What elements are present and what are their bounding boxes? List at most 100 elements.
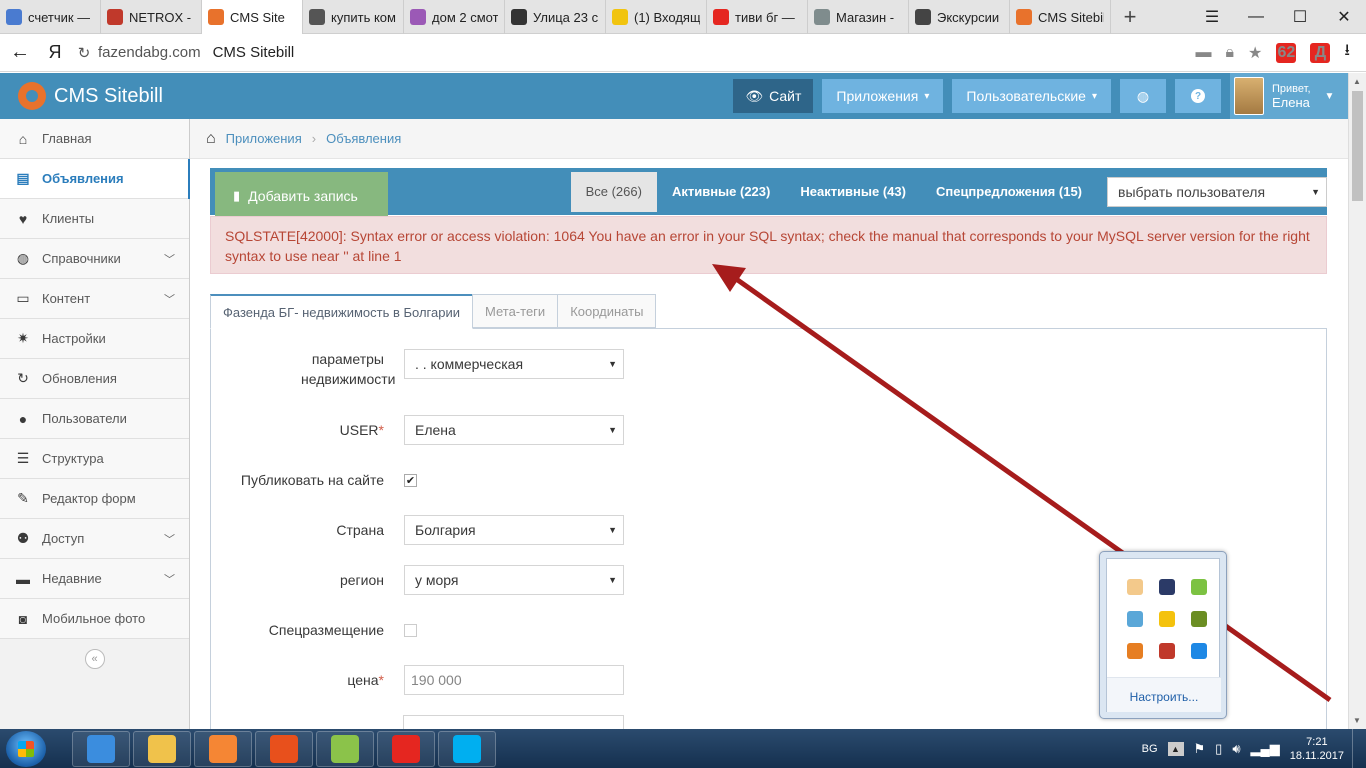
sidebar-item[interactable]: ✎ Редактор форм — [0, 479, 189, 519]
sidebar-item[interactable]: ▭ Контент ﹀ — [0, 279, 189, 319]
globe-button[interactable]: ◍ — [1120, 79, 1166, 113]
special-checkbox[interactable] — [404, 623, 417, 637]
app-logo[interactable]: CMS Sitebill — [0, 82, 163, 110]
browser-tab[interactable]: счетчик — — [0, 0, 101, 34]
browser-tab[interactable]: NETROX - 3 — [101, 0, 202, 34]
tray-app-icon[interactable] — [1119, 571, 1151, 603]
sidebar-item[interactable]: ◙ Мобильное фото — [0, 599, 189, 639]
user-menu[interactable]: Привет, Елена ▼ — [1230, 73, 1348, 119]
tab-title: тиви бг — — [735, 9, 795, 25]
yandex-d-icon[interactable]: Д — [1310, 42, 1331, 63]
country-select[interactable]: Болгария ▼ — [404, 515, 624, 545]
site-button[interactable]: 👁︎ Сайт — [733, 79, 814, 113]
page-scrollbar[interactable]: ▲ ▼ — [1348, 73, 1366, 729]
sidebar-collapse[interactable]: « — [0, 639, 189, 679]
breadcrumb-ads[interactable]: Объявления — [326, 131, 401, 146]
form-tabs: Фазенда БГ- недвижимость в Болгарии Мета-… — [210, 294, 1327, 329]
tray-app-icon[interactable] — [1183, 603, 1215, 635]
publish-checkbox[interactable]: ✔ — [404, 473, 417, 487]
browser-tab[interactable]: CMS Site — [202, 0, 303, 34]
browser-tab[interactable]: Улица 23 с — [505, 0, 606, 34]
browser-tab[interactable]: тиви бг — — [707, 0, 808, 34]
scroll-down-icon[interactable]: ▼ — [1353, 716, 1361, 725]
url-field[interactable]: fazendabg.com CMS Sitebill — [98, 44, 294, 61]
battery-icon[interactable]: ▯ — [1215, 741, 1222, 757]
language-indicator[interactable]: BG — [1142, 743, 1158, 755]
params-select[interactable]: . . коммерческая ▼ — [404, 349, 624, 379]
taskbar-app[interactable] — [377, 730, 435, 767]
tray-app-icon[interactable] — [1183, 635, 1215, 667]
browser-tab[interactable]: купить ком — [303, 0, 404, 34]
filter-tab[interactable]: Все (266) — [570, 171, 657, 212]
tray-expand-icon[interactable]: ▲ — [1167, 741, 1184, 756]
filter-tab[interactable]: Спецпредложения (15) — [921, 172, 1097, 212]
form-tab[interactable]: Мета-теги — [472, 294, 559, 328]
price-input[interactable]: 190 000 — [404, 665, 624, 695]
reload-icon[interactable]: ↻ — [70, 44, 98, 62]
network-icon[interactable]: ▂▄▆ — [1251, 741, 1280, 757]
home-icon[interactable]: ⌂ — [206, 130, 216, 148]
sidebar-item[interactable]: ◍ Справочники ﹀ — [0, 239, 189, 279]
sidebar-item[interactable]: ♥ Клиенты — [0, 199, 189, 239]
clock[interactable]: 7:21 18.11.2017 — [1290, 735, 1344, 763]
form-tab[interactable]: Координаты — [557, 294, 657, 328]
yandex-logo-icon[interactable]: Я — [40, 42, 70, 63]
next-field-input[interactable] — [403, 715, 624, 729]
download-icon[interactable]: ⭳ — [1344, 39, 1350, 66]
sidebar-item[interactable]: ✷ Настройки — [0, 319, 189, 359]
taskbar-app[interactable] — [438, 730, 496, 767]
custom-dropdown[interactable]: Пользовательские ▾ — [952, 79, 1111, 113]
browser-tab[interactable]: (1) Входящ — [606, 0, 707, 34]
sidebar-item[interactable]: ↻ Обновления — [0, 359, 189, 399]
tray-app-icon[interactable] — [1183, 571, 1215, 603]
scroll-up-icon[interactable]: ▲ — [1353, 77, 1361, 86]
lock-icon[interactable]: 🔒︎ — [1226, 44, 1235, 62]
browser-tab[interactable]: Экскурсии — [909, 0, 1010, 34]
minimize-icon[interactable]: — — [1234, 8, 1278, 26]
apps-dropdown[interactable]: Приложения ▾ — [822, 79, 944, 113]
menu-icon[interactable]: ☰ — [1190, 7, 1234, 27]
taskbar-app[interactable] — [72, 730, 130, 767]
sidebar-item[interactable]: ⚉ Доступ ﹀ — [0, 519, 189, 559]
breadcrumb-apps[interactable]: Приложения — [226, 131, 302, 146]
maximize-icon[interactable]: ☐ — [1278, 7, 1322, 27]
close-icon[interactable]: ✕ — [1322, 7, 1366, 27]
volume-icon[interactable]: 🔊︎ — [1232, 741, 1240, 757]
browser-tab[interactable]: дом 2 смот — [404, 0, 505, 34]
region-select[interactable]: у моря ▼ — [404, 565, 624, 595]
tray-app-icon[interactable] — [1151, 603, 1183, 635]
taskbar-app[interactable] — [255, 730, 313, 767]
tray-app-icon[interactable] — [1151, 571, 1183, 603]
form-tab[interactable]: Фазенда БГ- недвижимость в Болгарии — [210, 294, 473, 329]
tray-app-icon[interactable] — [1151, 635, 1183, 667]
show-desktop-button[interactable] — [1352, 729, 1366, 768]
sidebar-item[interactable]: ☰ Структура — [0, 439, 189, 479]
filter-tab[interactable]: Неактивные (43) — [785, 172, 921, 212]
taskbar-app[interactable] — [194, 730, 252, 767]
back-arrow-icon[interactable]: ← — [0, 41, 40, 64]
new-tab-button[interactable]: + — [1111, 0, 1149, 33]
tray-app-icon[interactable] — [1119, 603, 1151, 635]
reader-icon[interactable]: ▬ — [1196, 44, 1212, 62]
refresh-icon: ↻ — [17, 370, 29, 386]
start-button[interactable] — [6, 730, 46, 767]
add-record-button[interactable]: ▮ Добавить запись — [215, 172, 388, 219]
tray-app-icon[interactable] — [1119, 635, 1151, 667]
sidebar-item[interactable]: ▬ Недавние ﹀ — [0, 559, 189, 599]
taskbar-app[interactable] — [133, 730, 191, 767]
user-select[interactable]: Елена ▼ — [404, 415, 624, 445]
user-filter-select[interactable]: выбрать пользователя ▼ — [1107, 176, 1327, 207]
bookmark-star-icon[interactable]: ★ — [1248, 43, 1262, 63]
yandex-mail-badge[interactable]: 62 — [1276, 42, 1297, 63]
sidebar-item[interactable]: ▤ Объявления — [0, 159, 190, 199]
sidebar-item[interactable]: ● Пользователи — [0, 399, 189, 439]
help-button[interactable]: ? — [1175, 79, 1221, 113]
scrollbar-thumb[interactable] — [1352, 91, 1363, 201]
filter-tab[interactable]: Активные (223) — [657, 172, 785, 212]
taskbar-app[interactable] — [316, 730, 374, 767]
sidebar-item[interactable]: ⌂ Главная — [0, 119, 189, 159]
browser-tab[interactable]: CMS Sitebil — [1010, 0, 1111, 34]
tray-configure-link[interactable]: Настроить... — [1107, 677, 1221, 712]
flag-icon[interactable]: ⚑ — [1194, 741, 1206, 757]
browser-tab[interactable]: Магазин - — [808, 0, 909, 34]
